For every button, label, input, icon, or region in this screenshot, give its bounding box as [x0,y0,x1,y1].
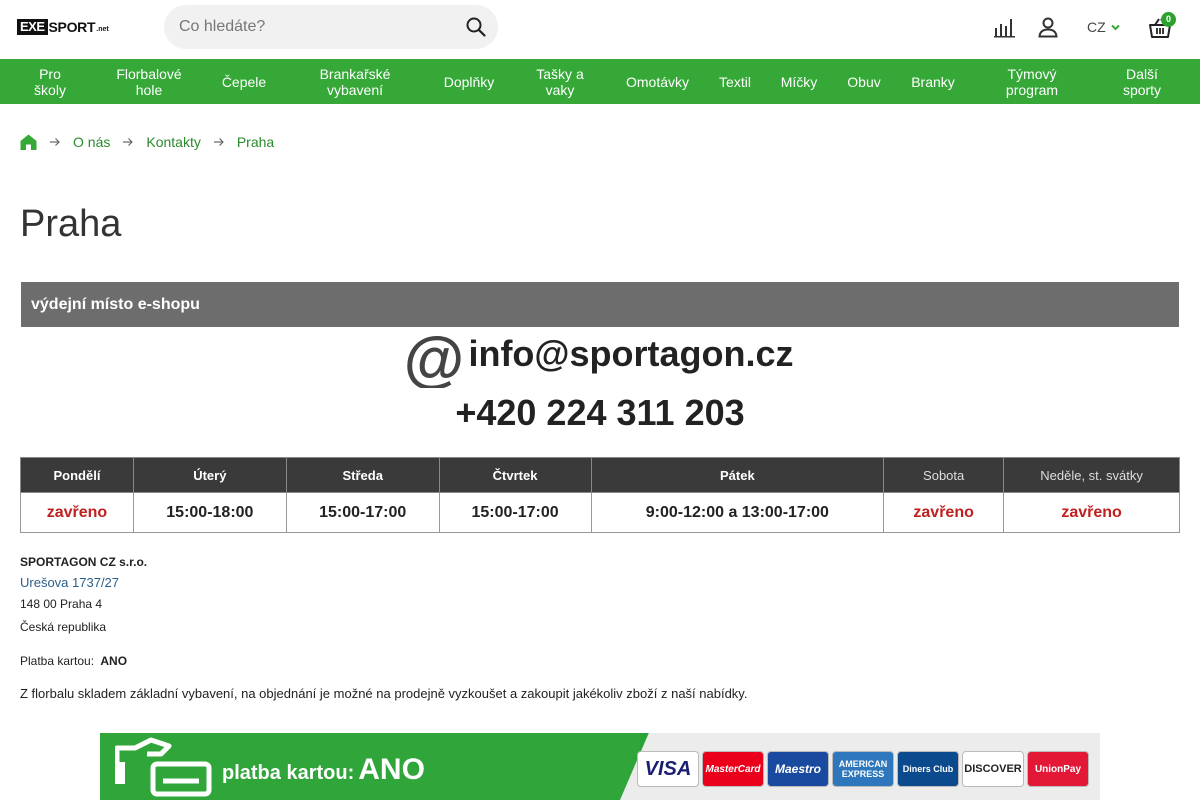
diners-logo: Diners Club [897,751,959,787]
logo-suffix: .net [96,26,109,33]
payment-label: Platba kartou: [20,654,95,668]
day-header-thursday: Čtvrtek [438,457,592,493]
nav-item-brankarske-vybaveni[interactable]: Brankařské vybavení [305,59,405,104]
hand-card-icon [115,737,212,797]
nav-item-cepele[interactable]: Čepele [214,59,274,104]
payment-value: ANO [100,654,128,668]
day-header-wednesday: Středa [285,457,440,493]
day-header-tuesday: Úterý [132,457,287,493]
unionpay-logo: UnionPay [1027,751,1089,787]
search-icon[interactable] [466,17,486,37]
company-name: SPORTAGON CZ s.r.o. [20,555,148,569]
nav-item-dalsi-sporty[interactable]: Další sporty [1112,59,1172,104]
arrow-right-icon [123,138,134,146]
amex-logo: AMERICAN EXPRESS [832,751,894,787]
banner-ano: ANO [358,753,425,786]
nav-item-omotavky[interactable]: Omotávky [620,59,695,104]
compare-icon[interactable] [994,16,1016,38]
hours-sunday: zavřeno [1003,492,1180,533]
breadcrumb-item-o-nas[interactable]: O nás [73,134,110,150]
chevron-down-icon [1110,24,1120,30]
company-street[interactable]: Urešova 1737/27 [20,576,119,589]
nav-item-textil[interactable]: Textil [712,59,758,104]
hours-friday: 9:00-12:00 a 13:00-17:00 [590,492,885,533]
contact-email[interactable]: info@sportagon.cz [468,333,793,375]
banner-label: platba kartou: [222,762,355,784]
logo-box: EXE [17,19,48,35]
site-logo[interactable]: EXE SPORT .net [17,18,109,36]
language-label: CZ [1087,19,1106,35]
day-header-sunday: Neděle, st. svátky [1003,457,1180,493]
nav-item-micky[interactable]: Míčky [774,59,824,104]
logo-word: SPORT [48,19,96,35]
home-icon[interactable] [20,134,37,150]
hours-wednesday: 15:00-17:00 [285,492,440,533]
page-title: Praha [20,203,122,245]
breadcrumb-item-praha[interactable]: Praha [237,134,274,150]
day-header-monday: Pondělí [20,457,134,493]
opening-hours-row: zavřeno 15:00-18:00 15:00-17:00 15:00-17… [20,492,1180,533]
at-sign-icon: @ [406,332,462,388]
hours-saturday: zavřeno [883,492,1005,533]
nav-item-tasky-vaky[interactable]: Tašky a vaky [527,59,593,104]
site-header: EXE SPORT .net CZ 0 [0,0,1200,59]
search-input[interactable] [179,5,449,49]
mastercard-logo: MasterCard [702,751,764,787]
hours-thursday: 15:00-17:00 [438,492,592,533]
nav-item-pro-skoly[interactable]: Pro školy [20,59,80,104]
payment-info: Platba kartou: ANO [20,655,127,667]
contact-phone[interactable]: +420 224 311 203 [0,392,1200,434]
store-note: Z florbalu skladem základní vybavení, na… [20,686,748,701]
breadcrumb-item-kontakty[interactable]: Kontakty [146,134,200,150]
opening-hours-table: Pondělí Úterý Středa Čtvrtek Pátek Sobot… [20,457,1180,533]
maestro-logo: Maestro [767,751,829,787]
hours-monday: zavřeno [20,492,134,533]
company-country: Česká republika [20,620,107,634]
nav-item-obuv[interactable]: Obuv [840,59,888,104]
nav-item-tymovy-program[interactable]: Týmový program [995,59,1069,104]
company-city: 148 00 Praha 4 [20,597,103,611]
visa-logo: VISA [637,751,699,787]
nav-item-doplnky[interactable]: Doplňky [436,59,502,104]
svg-text:@: @ [406,332,462,388]
card-payment-banner: platba kartou: ANO VISA MasterCard Maestr… [100,733,1100,800]
discover-logo: DISCOVER [962,751,1024,787]
pickup-point-heading: výdejní místo e-shopu [21,282,1179,327]
banner-text: platba kartou: ANO [222,753,425,787]
search-box [164,5,498,49]
breadcrumb: O nás Kontakty Praha [20,133,274,151]
day-header-saturday: Sobota [883,457,1005,493]
nav-item-florbalove-hole[interactable]: Florbalové hole [106,59,192,104]
basket-count-badge: 0 [1161,12,1176,27]
email-row: @ info@sportagon.cz [0,332,1200,388]
language-selector[interactable]: CZ [1087,19,1120,35]
main-nav: Pro školy Florbalové hole Čepele Brankař… [0,59,1200,104]
opening-hours-header-row: Pondělí Úterý Středa Čtvrtek Pátek Sobot… [20,457,1180,493]
hours-tuesday: 15:00-18:00 [132,492,287,533]
arrow-right-icon [213,138,224,146]
user-icon[interactable] [1037,16,1059,38]
nav-item-branky[interactable]: Branky [903,59,963,104]
arrow-right-icon [50,138,60,146]
day-header-friday: Pátek [590,457,885,493]
